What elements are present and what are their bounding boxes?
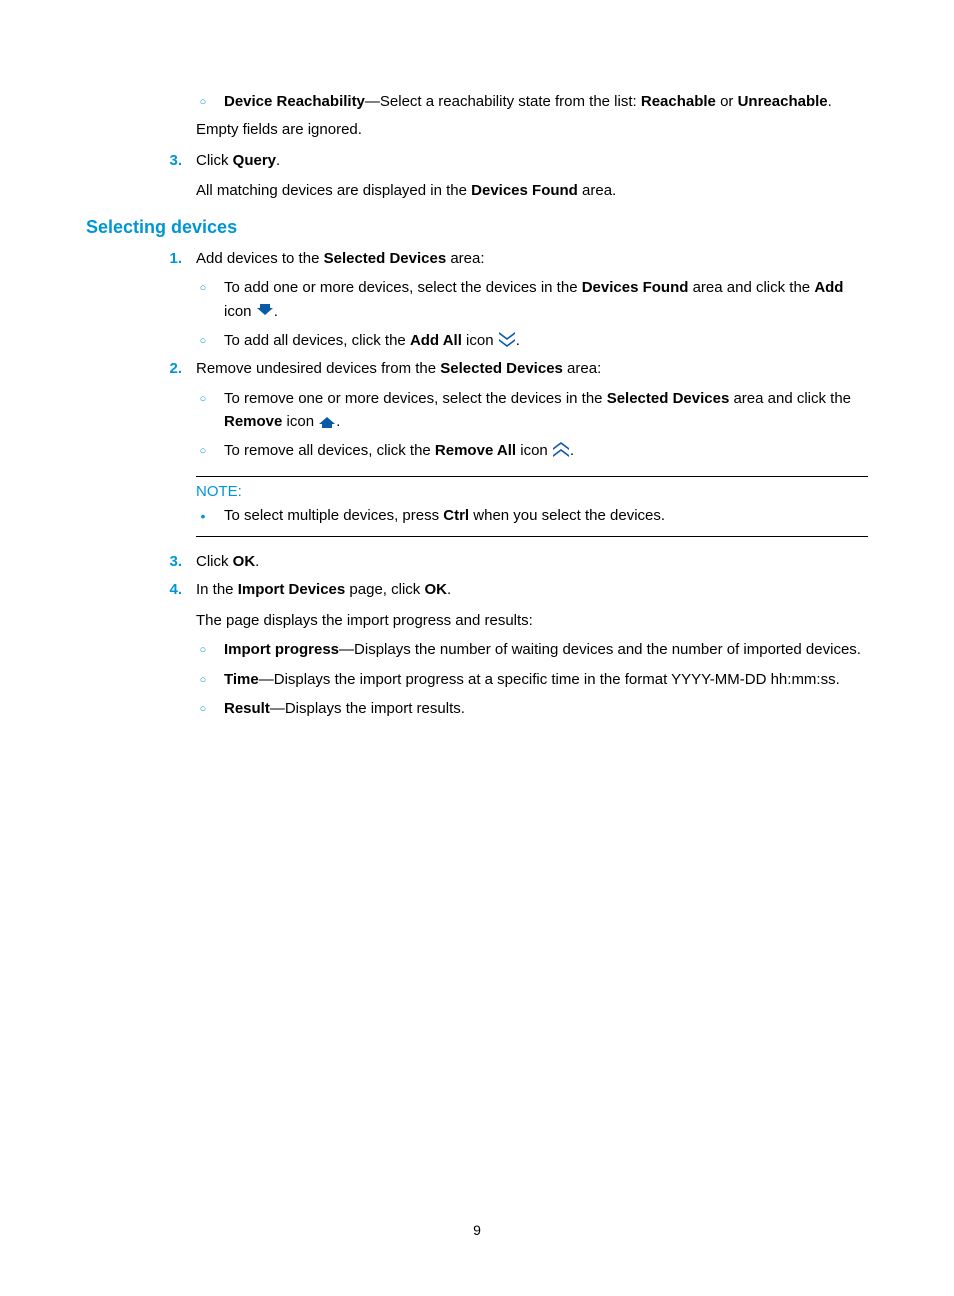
sub-list: ○ Import progress—Displays the number of… [196, 638, 868, 720]
list-item-text: Device Reachability—Select a reachabilit… [224, 90, 868, 113]
circle-bullet-icon: ○ [196, 329, 210, 352]
list-item: 1. Add devices to the Selected Devices a… [158, 248, 868, 271]
numbered-list: 2. Remove undesired devices from the Sel… [158, 358, 868, 381]
list-item: ○ To add all devices, click the Add All … [196, 329, 868, 352]
remove-all-double-arrow-up-icon [552, 441, 570, 459]
list-number: 3. [158, 551, 182, 574]
list-item-text: Remove undesired devices from the Select… [196, 358, 868, 381]
note-item: • To select multiple devices, press Ctrl… [196, 504, 868, 528]
note-title: NOTE: [196, 483, 868, 500]
list-number: 2. [158, 358, 182, 381]
circle-bullet-icon: ○ [196, 276, 210, 323]
list-number: 3. [158, 150, 182, 203]
list-item: ○ To remove one or more devices, select … [196, 387, 868, 434]
sub-list: ○ To add one or more devices, select the… [196, 276, 868, 352]
list-item: 3. Click OK. [158, 551, 868, 574]
list-number: 4. [158, 579, 182, 632]
list-item-text: To add all devices, click the Add All ic… [224, 329, 868, 352]
list-item-text: Click Query. All matching devices are di… [196, 150, 868, 203]
list-item-text: In the Import Devices page, click OK. Th… [196, 579, 868, 632]
list-item: ○ Device Reachability—Select a reachabil… [196, 90, 868, 113]
list-item: ○ Result—Displays the import results. [196, 697, 868, 720]
circle-bullet-icon: ○ [196, 638, 210, 661]
add-arrow-down-icon [256, 302, 274, 320]
sub-list: ○ To remove one or more devices, select … [196, 387, 868, 463]
list-item: 2. Remove undesired devices from the Sel… [158, 358, 868, 381]
circle-bullet-icon: ○ [196, 387, 210, 434]
term: Device Reachability [224, 93, 365, 110]
list-item-text: Add devices to the Selected Devices area… [196, 248, 868, 271]
page-number: 9 [0, 1222, 954, 1238]
bullet-icon: • [196, 504, 210, 528]
list-item: ○ To remove all devices, click the Remov… [196, 439, 868, 462]
list-item: 3. Click Query. All matching devices are… [158, 150, 868, 203]
circle-bullet-icon: ○ [196, 439, 210, 462]
list-item-text: Import progress—Displays the number of w… [224, 638, 868, 661]
note-box: NOTE: • To select multiple devices, pres… [196, 476, 868, 537]
paragraph: The page displays the import progress an… [196, 610, 868, 633]
list-item: ○ To add one or more devices, select the… [196, 276, 868, 323]
list-item-text: Result—Displays the import results. [224, 697, 868, 720]
list-item: 4. In the Import Devices page, click OK.… [158, 579, 868, 632]
paragraph: Empty fields are ignored. [196, 119, 868, 142]
circle-bullet-icon: ○ [196, 90, 210, 113]
list-item-text: To add one or more devices, select the d… [224, 276, 868, 323]
circle-bullet-icon: ○ [196, 697, 210, 720]
list-item: ○ Time—Displays the import progress at a… [196, 668, 868, 691]
remove-arrow-up-icon [318, 412, 336, 430]
numbered-list: 4. In the Import Devices page, click OK.… [158, 579, 868, 632]
add-all-double-arrow-down-icon [498, 331, 516, 349]
list-item: ○ Import progress—Displays the number of… [196, 638, 868, 661]
note-text: To select multiple devices, press Ctrl w… [224, 504, 868, 528]
list-item-text: To remove one or more devices, select th… [224, 387, 868, 434]
circle-bullet-icon: ○ [196, 668, 210, 691]
list-item-text: Click OK. [196, 551, 868, 574]
numbered-list: 3. Click Query. All matching devices are… [158, 150, 868, 203]
page-content: ○ Device Reachability—Select a reachabil… [0, 0, 954, 1296]
section-heading: Selecting devices [86, 217, 868, 238]
list-item-text: To remove all devices, click the Remove … [224, 439, 868, 462]
list-number: 1. [158, 248, 182, 271]
list-item-text: Time—Displays the import progress at a s… [224, 668, 868, 691]
continuation-section: ○ Device Reachability—Select a reachabil… [196, 90, 868, 113]
numbered-list: 3. Click OK. [158, 551, 868, 574]
numbered-list: 1. Add devices to the Selected Devices a… [158, 248, 868, 271]
